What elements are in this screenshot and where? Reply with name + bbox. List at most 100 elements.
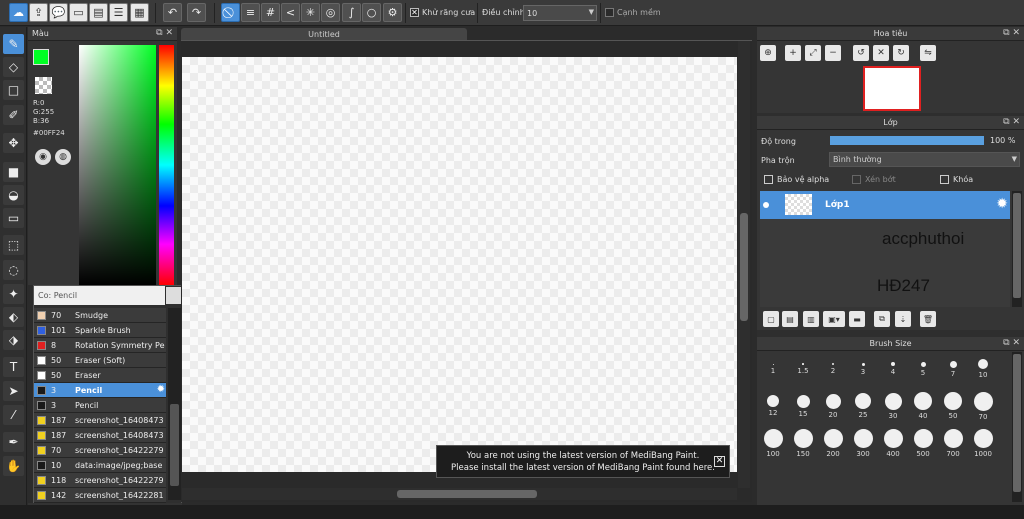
- eraser-tool-icon[interactable]: ◇: [3, 57, 24, 77]
- new-8bit-layer-icon[interactable]: ▥: [803, 311, 819, 327]
- text-tool-icon[interactable]: T: [3, 357, 24, 377]
- new-layer-icon[interactable]: ▢: [763, 311, 779, 327]
- transparent-color-swatch[interactable]: [35, 77, 52, 94]
- rotate-left-icon[interactable]: ↺: [853, 45, 869, 61]
- cloud-icon[interactable]: ☁: [9, 3, 28, 22]
- brush-size-option[interactable]: 70: [968, 391, 998, 421]
- brush-size-option[interactable]: 15: [788, 391, 818, 421]
- lock-checkbox[interactable]: [940, 175, 949, 184]
- redo-icon[interactable]: ↷: [187, 3, 206, 22]
- layer-scrollbar[interactable]: [1012, 191, 1022, 307]
- gear-icon[interactable]: ✹: [996, 196, 1008, 212]
- folder-icon[interactable]: ▬: [849, 311, 865, 327]
- rotate-right-icon[interactable]: ↻: [893, 45, 909, 61]
- grid-snap-icon[interactable]: #: [261, 3, 280, 22]
- brush-size-option[interactable]: 50: [938, 391, 968, 421]
- select-brush-tool-icon[interactable]: ⬖: [3, 307, 24, 327]
- brush-size-option[interactable]: 25: [848, 391, 878, 421]
- canvas-tab[interactable]: Untitled: [181, 28, 467, 40]
- brush-list-item[interactable]: 187 screenshot_16408473: [34, 413, 166, 428]
- rect-select-tool-icon[interactable]: ⬚: [3, 235, 24, 255]
- settings-icon[interactable]: ⚙: [383, 3, 402, 22]
- brush-size-option[interactable]: 1: [758, 354, 788, 384]
- close-icon[interactable]: ⧉ ✕: [156, 28, 173, 38]
- share-icon[interactable]: ⇪: [29, 3, 48, 22]
- adjust-select[interactable]: 10 ▼: [523, 5, 597, 21]
- brush-size-option[interactable]: 700: [938, 428, 968, 458]
- canvas-vertical-scroll-thumb[interactable]: [740, 213, 748, 321]
- clipping-checkbox[interactable]: [852, 175, 861, 184]
- layer-scroll-thumb[interactable]: [1013, 193, 1021, 298]
- palette-icon[interactable]: ◉: [35, 149, 51, 165]
- gear-icon[interactable]: ✹: [157, 384, 165, 395]
- close-icon[interactable]: ✕: [714, 456, 725, 467]
- radial-snap-icon[interactable]: ✳: [301, 3, 320, 22]
- grid-panel-icon[interactable]: ▦: [130, 3, 149, 22]
- protect-alpha-checkbox[interactable]: [764, 175, 773, 184]
- hand-tool-icon[interactable]: ✋: [3, 456, 24, 476]
- zoom-out-icon[interactable]: −: [825, 45, 841, 61]
- soft-edge-checkbox[interactable]: [605, 8, 614, 17]
- select-pen-tool-icon[interactable]: ✐: [3, 105, 24, 125]
- brush-size-scroll-thumb[interactable]: [1013, 354, 1021, 492]
- visibility-icon[interactable]: [763, 202, 769, 208]
- navigator-preview[interactable]: [863, 66, 921, 111]
- brush-list-item[interactable]: 50 Eraser (Soft): [34, 353, 166, 368]
- brush-list-item[interactable]: 70 Smudge: [34, 308, 166, 323]
- brush-scrollbar[interactable]: [168, 308, 181, 500]
- circle-snap-icon[interactable]: ○: [362, 3, 381, 22]
- brush-size-option[interactable]: 300: [848, 428, 878, 458]
- canvas-horizontal-scrollbar[interactable]: [182, 488, 737, 500]
- parallel-snap-icon[interactable]: ≡: [241, 3, 260, 22]
- brush-size-option[interactable]: 40: [908, 391, 938, 421]
- brush-list-item[interactable]: 3 Pencil: [34, 398, 166, 413]
- brush-size-option[interactable]: 500: [908, 428, 938, 458]
- zoom-in-icon[interactable]: +: [785, 45, 801, 61]
- brush-list-item[interactable]: 8 Rotation Symmetry Pe: [34, 338, 166, 353]
- opacity-slider[interactable]: [830, 136, 984, 145]
- merge-down-icon[interactable]: ⇣: [895, 311, 911, 327]
- blend-mode-select[interactable]: Bình thường ▼: [829, 152, 1020, 167]
- hue-slider[interactable]: [159, 45, 174, 285]
- brush-size-option[interactable]: 10: [968, 354, 998, 384]
- antialias-checkbox[interactable]: ✕: [410, 8, 419, 17]
- eyedropper-tool-icon[interactable]: ✒: [3, 432, 24, 452]
- brush-list-item[interactable]: 142 screenshot_16422281: [34, 488, 166, 503]
- brush-size-option[interactable]: 1.5: [788, 354, 818, 384]
- saturation-value-picker[interactable]: [79, 45, 156, 285]
- brush-size-option[interactable]: 400: [878, 428, 908, 458]
- brush-list-item[interactable]: 3 Pencil ✹: [34, 383, 166, 398]
- palette-add-icon[interactable]: ◍: [55, 149, 71, 165]
- brush-size-option[interactable]: 150: [788, 428, 818, 458]
- comment-icon[interactable]: ▭: [69, 3, 88, 22]
- operation-tool-icon[interactable]: ➤: [3, 381, 24, 401]
- divide-tool-icon[interactable]: ⁄: [3, 405, 24, 425]
- brush-size-option[interactable]: 20: [818, 391, 848, 421]
- reset-view-icon[interactable]: ✕: [873, 45, 889, 61]
- brush-size-option[interactable]: 30: [878, 391, 908, 421]
- zoom-fit-icon[interactable]: ⊕: [760, 45, 776, 61]
- fill-rect-tool-icon[interactable]: ■: [3, 162, 24, 182]
- layer-row[interactable]: Lớp1 ✹: [760, 191, 1010, 219]
- brush-size-option[interactable]: 7: [938, 354, 968, 384]
- document-icon[interactable]: ▤: [89, 3, 108, 22]
- perspective-snap-icon[interactable]: <: [281, 3, 300, 22]
- brush-list-item[interactable]: 118 screenshot_16422279: [34, 473, 166, 488]
- brush-size-option[interactable]: 100: [758, 428, 788, 458]
- list-icon[interactable]: ☰: [109, 3, 128, 22]
- delete-layer-icon[interactable]: 🗑: [920, 311, 936, 327]
- foreground-color-swatch[interactable]: [33, 49, 49, 65]
- brush-list-item[interactable]: 50 Eraser: [34, 368, 166, 383]
- new-halftone-layer-icon[interactable]: ▤: [782, 311, 798, 327]
- flip-icon[interactable]: ⇋: [920, 45, 936, 61]
- update-notice[interactable]: You are not using the latest version of …: [436, 445, 730, 478]
- dot-tool-icon[interactable]: □: [3, 80, 24, 100]
- brush-scroll-thumb[interactable]: [170, 404, 179, 486]
- bucket-tool-icon[interactable]: ◒: [3, 185, 24, 205]
- duplicate-layer-icon[interactable]: ⧉: [874, 311, 890, 327]
- drawing-canvas[interactable]: [182, 57, 737, 472]
- brush-size-option[interactable]: 5: [908, 354, 938, 384]
- brush-list-item[interactable]: 187 screenshot_16408473: [34, 428, 166, 443]
- brush-search-input[interactable]: Co: Pencil: [34, 286, 165, 305]
- brush-size-option[interactable]: 200: [818, 428, 848, 458]
